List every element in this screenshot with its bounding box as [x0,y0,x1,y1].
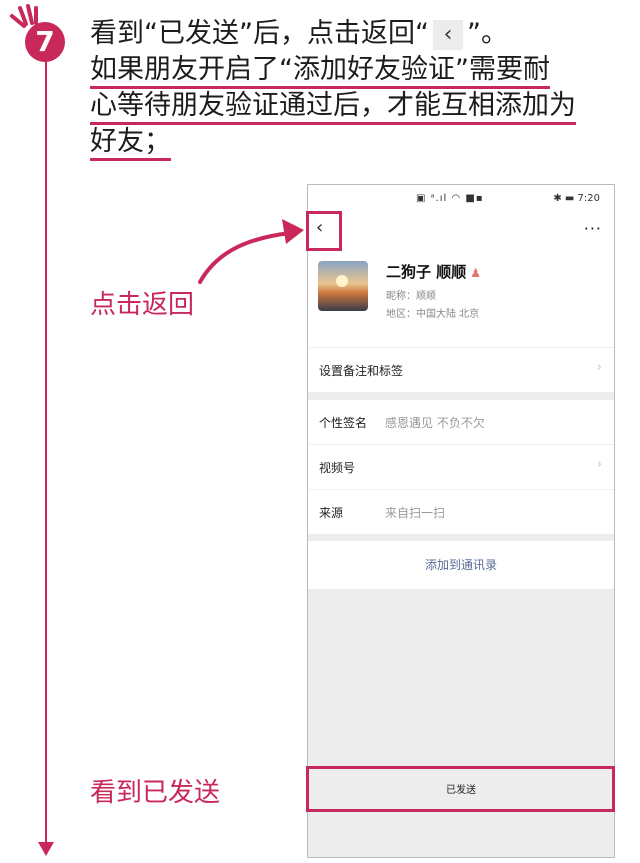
pointer-arrow-icon [198,219,304,284]
